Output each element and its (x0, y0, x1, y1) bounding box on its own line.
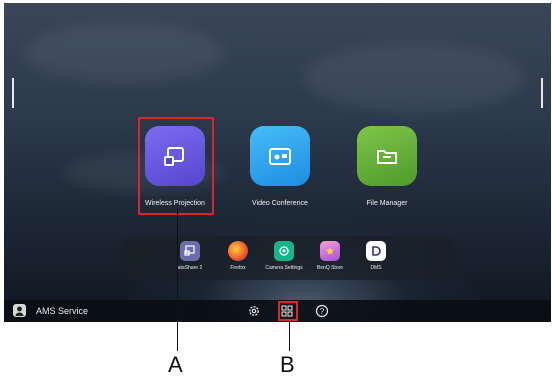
dms-button[interactable] (366, 241, 386, 261)
apps-grid-button[interactable] (281, 304, 293, 317)
wireless-projection-icon (164, 147, 184, 166)
background-cloud (304, 43, 524, 113)
dock-label-benq-store: BenQ Store (316, 265, 344, 271)
wireless-projection-button[interactable] (145, 126, 205, 186)
video-conference-icon (269, 148, 291, 165)
help-button[interactable]: ? (315, 304, 329, 318)
datashare-button[interactable] (180, 241, 200, 261)
file-manager-button[interactable] (357, 126, 417, 186)
settings-button[interactable] (247, 304, 261, 318)
settings-icon (249, 306, 259, 316)
camera-icon (279, 246, 289, 256)
callout-a-label: A (168, 352, 183, 377)
dock-label-firefox: Firefox (230, 265, 246, 271)
benq-store-button[interactable] (320, 241, 340, 261)
callout-a-leader (177, 208, 178, 351)
callout-b-leader (289, 322, 290, 351)
svg-text:?: ? (320, 307, 325, 316)
dock-label-dms: DMS (370, 265, 382, 271)
background-cloud (24, 23, 224, 83)
help-icon: ? (315, 304, 329, 318)
wireless-projection-label: Wireless Projection (145, 200, 205, 207)
user-avatar[interactable] (13, 304, 26, 317)
user-icon (15, 306, 24, 316)
home-screen: Wireless Projection Video Conference Fil… (4, 3, 551, 322)
video-conference-label: Video Conference (252, 200, 308, 207)
taskbar: AMS Service ? (4, 300, 551, 322)
store-icon (326, 247, 334, 255)
datashare-icon (184, 245, 195, 256)
left-edge-handle[interactable] (12, 78, 14, 108)
right-edge-handle[interactable] (541, 78, 543, 108)
callout-b-label: B (280, 352, 295, 377)
dock-label-camera-settings: Camera Settings (265, 265, 303, 271)
dms-icon (372, 246, 381, 256)
folder-icon (377, 150, 397, 164)
user-name: AMS Service (36, 306, 89, 316)
apps-grid-icon (281, 305, 293, 317)
camera-settings-button[interactable] (274, 241, 294, 261)
file-manager-label: File Manager (366, 200, 408, 207)
dock-label-datashare: ataShare 2 (177, 265, 203, 271)
video-conference-button[interactable] (250, 126, 310, 186)
firefox-button[interactable] (228, 241, 248, 261)
